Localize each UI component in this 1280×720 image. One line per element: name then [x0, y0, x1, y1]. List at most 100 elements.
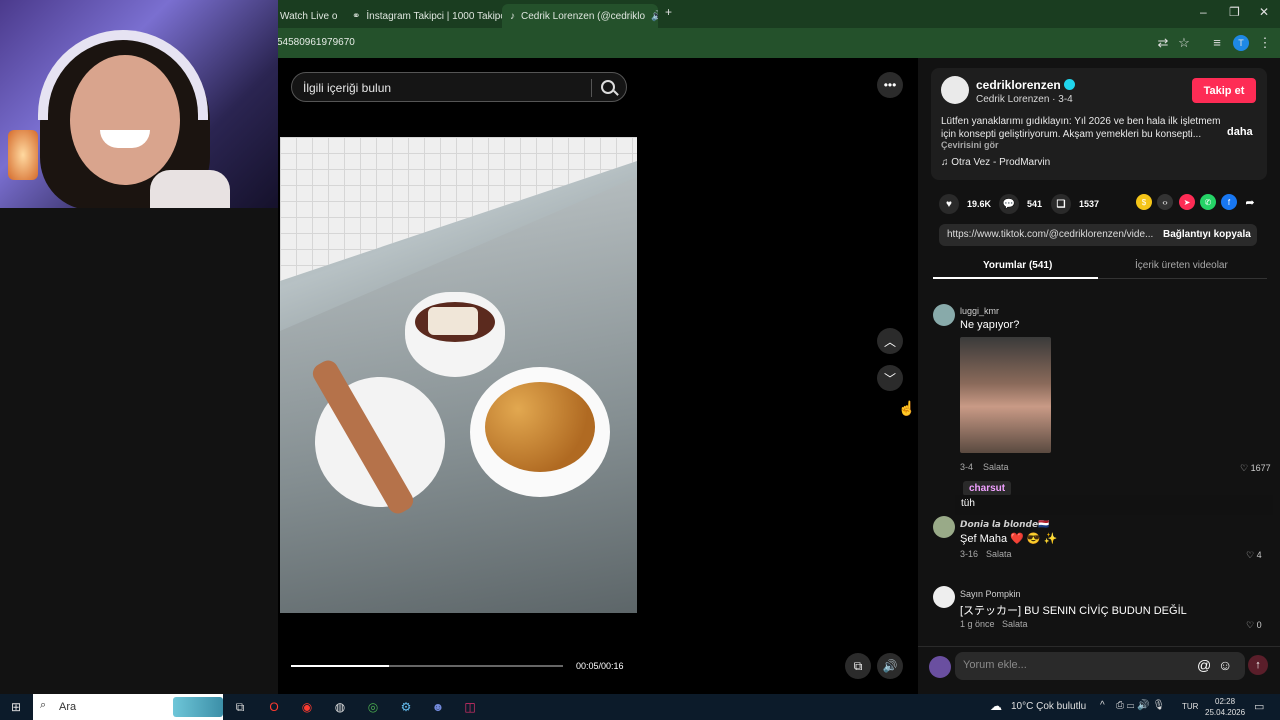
- progress-fill: [291, 665, 389, 667]
- tab-label: Cedrik Lorenzen (@cedriklo: [521, 10, 646, 22]
- facebook-icon[interactable]: f: [1221, 194, 1237, 210]
- whatsapp-icon[interactable]: ✆: [1200, 194, 1216, 210]
- tiktok-icon: ♪: [510, 10, 515, 22]
- comment-icon[interactable]: 💬: [999, 194, 1019, 214]
- save-stat[interactable]: ❏ 1537: [1051, 194, 1099, 214]
- search-icon[interactable]: [601, 80, 615, 94]
- verified-badge-icon: [1064, 79, 1075, 90]
- tab-favicon-icon: ⚭: [352, 10, 361, 22]
- comment-date: 1 g önce: [960, 619, 995, 629]
- app-icon[interactable]: ◍: [332, 699, 348, 715]
- timecode: 00:05/00:16: [576, 661, 624, 671]
- comment-like[interactable]: ♡ 4: [1246, 550, 1262, 561]
- tab-instagram[interactable]: ⚭ İnstagram Takipci | 1000 Takipç ✕: [344, 4, 502, 28]
- tray-chevron-icon[interactable]: ^: [1100, 700, 1105, 711]
- follow-button[interactable]: Takip et: [1192, 78, 1256, 103]
- embed-icon[interactable]: ‹›: [1157, 194, 1173, 210]
- language-indicator[interactable]: TUR: [1182, 702, 1198, 711]
- send-comment-icon[interactable]: ↑: [1248, 655, 1268, 675]
- translate-link[interactable]: Çevirisini gör: [941, 140, 999, 150]
- comment-username[interactable]: 𝘿𝙤𝙣𝙞𝙖 𝙡𝙖 𝙗𝙡𝙤𝙣𝙙𝙚🇳🇱: [960, 519, 1049, 530]
- comment-like-count: 1677: [1250, 463, 1271, 473]
- volume-icon[interactable]: 🔊: [877, 653, 903, 679]
- share-arrow-icon[interactable]: ➦: [1242, 194, 1258, 210]
- send-icon[interactable]: ➤: [1179, 194, 1195, 210]
- like-count: 19.6K: [967, 199, 992, 209]
- opera-gx-icon[interactable]: ◉: [299, 699, 315, 715]
- tray-icons[interactable]: ⎙ ▭ 🔊 🎙: [1116, 700, 1165, 711]
- more-options-icon[interactable]: •••: [877, 72, 903, 98]
- music-link[interactable]: ♫ Otra Vez - ProdMarvin: [941, 157, 1050, 168]
- comment-gif-image[interactable]: [960, 337, 1051, 453]
- comment-like[interactable]: ♡ 0: [1246, 620, 1262, 631]
- headset: [38, 30, 208, 120]
- opera-icon[interactable]: O: [266, 699, 282, 715]
- comment-date: 3-4: [960, 462, 974, 472]
- search-divider: [591, 79, 592, 97]
- profile-avatar-icon[interactable]: T: [1233, 35, 1249, 51]
- reply-link[interactable]: Salata: [986, 549, 1012, 559]
- search-icon: ⌕: [40, 699, 47, 711]
- weather-text[interactable]: 10°C Çok bulutlu: [1011, 701, 1086, 712]
- coin-icon[interactable]: $: [1136, 194, 1152, 210]
- active-tab-indicator: [933, 277, 1098, 279]
- pip-icon[interactable]: ⧉: [845, 653, 871, 679]
- marshmallow: [428, 307, 478, 335]
- comment-stat[interactable]: 💬 541: [999, 194, 1042, 214]
- url-text[interactable]: 54580961979670: [277, 37, 355, 48]
- translate-icon[interactable]: ⇄: [1155, 35, 1171, 51]
- chevron-down-icon[interactable]: ﹀: [877, 365, 903, 391]
- comment-avatar[interactable]: [933, 586, 955, 608]
- tab-comments[interactable]: Yorumlar (541): [983, 260, 1052, 271]
- reply-link[interactable]: Salata: [983, 462, 1009, 472]
- discord-icon[interactable]: ☻: [430, 699, 446, 715]
- video-frame[interactable]: [280, 137, 637, 613]
- like-stat[interactable]: ♥ 19.6K: [939, 194, 991, 214]
- creator-username[interactable]: cedriklorenzen: [976, 78, 1061, 92]
- new-tab-icon[interactable]: +: [665, 5, 672, 19]
- bookmark-icon[interactable]: ❏: [1051, 194, 1071, 214]
- task-view-icon[interactable]: ⧉: [232, 699, 248, 715]
- star-icon[interactable]: ☆: [1176, 35, 1192, 51]
- restore-icon[interactable]: ❐: [1229, 5, 1240, 19]
- media-control-icon[interactable]: ≡: [1209, 35, 1225, 51]
- reply-link[interactable]: Salata: [1002, 619, 1028, 629]
- heart-icon[interactable]: ♥: [939, 194, 959, 214]
- search-placeholder: İlgili içeriği bulun: [303, 81, 392, 95]
- copy-link-button[interactable]: Bağlantıyı kopyala: [1163, 229, 1251, 240]
- comment-like-count: 4: [1256, 550, 1262, 560]
- windows-start-icon[interactable]: ⊞: [8, 699, 24, 715]
- comment-like[interactable]: ♡ 1677: [1240, 463, 1271, 474]
- comment-avatar[interactable]: [933, 516, 955, 538]
- window-close-icon[interactable]: ✕: [1259, 5, 1269, 19]
- tab-creator-videos[interactable]: İçerik üreten videolar: [1135, 260, 1228, 271]
- steam-icon[interactable]: ⚙: [398, 699, 414, 715]
- clock[interactable]: 02:28 25.04.2026: [1205, 696, 1245, 718]
- comment-username[interactable]: Sayın Pompkin: [960, 589, 1021, 599]
- emoji-icon[interactable]: ☺: [1218, 657, 1232, 673]
- tab-label: İnstagram Takipci | 1000 Takipç: [366, 10, 502, 22]
- hand-cursor-icon: ☝: [898, 400, 916, 416]
- creator-avatar[interactable]: [941, 76, 969, 104]
- chevron-up-icon[interactable]: ︿: [877, 328, 903, 354]
- more-link[interactable]: daha: [1227, 126, 1253, 138]
- my-avatar: [929, 656, 951, 678]
- tab-label: Watch Live o: [280, 10, 338, 22]
- mention-icon[interactable]: @: [1197, 657, 1211, 673]
- comment-date: 3-16: [960, 549, 979, 559]
- minimize-icon[interactable]: –: [1200, 5, 1207, 19]
- comment-count: 541: [1027, 199, 1043, 209]
- menu-dots-icon[interactable]: ⋮: [1257, 35, 1273, 51]
- search-input[interactable]: İlgili içeriği bulun: [291, 72, 627, 102]
- chrome-icon[interactable]: ◎: [365, 699, 381, 715]
- heart-outline-icon: ♡: [1240, 463, 1251, 473]
- comment-avatar[interactable]: [933, 304, 955, 326]
- comment-username[interactable]: luggi_kmr: [960, 306, 999, 316]
- tab-watch-live[interactable]: Watch Live o ✕: [272, 4, 338, 28]
- clock-date: 25.04.2026: [1205, 708, 1246, 717]
- popcorn: [485, 382, 595, 472]
- notification-icon[interactable]: ▭: [1254, 700, 1264, 713]
- speaker-icon: 🔊: [651, 10, 658, 22]
- instagram-icon[interactable]: ◫: [462, 699, 478, 715]
- tab-tiktok[interactable]: ♪ Cedrik Lorenzen (@cedriklo 🔊 ✕: [502, 4, 658, 28]
